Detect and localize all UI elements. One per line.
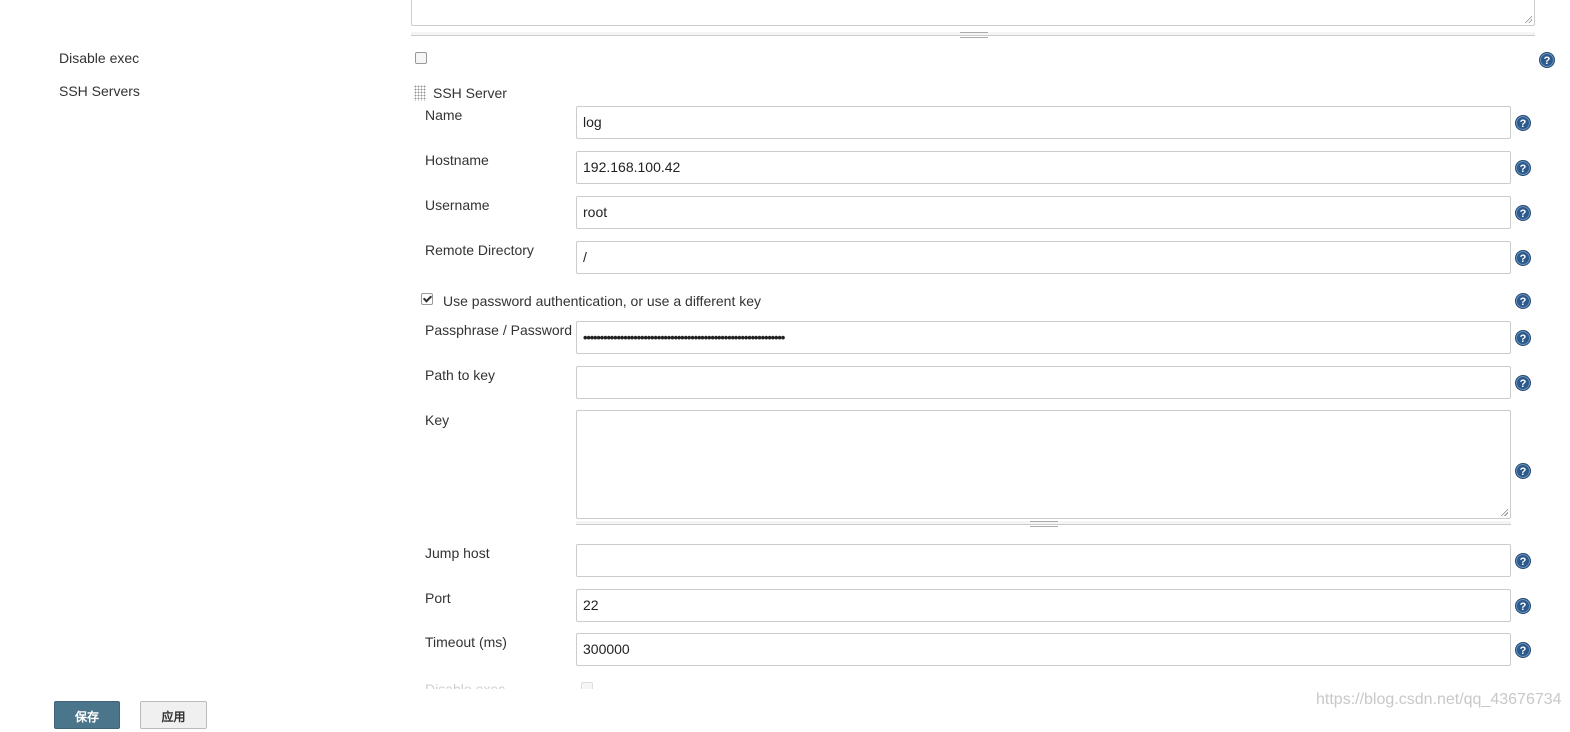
jump-host-input[interactable]: [576, 544, 1511, 577]
help-icon[interactable]: ?: [1515, 642, 1531, 658]
key-resize-bar[interactable]: [576, 521, 1511, 527]
help-icon[interactable]: ?: [1515, 598, 1531, 614]
grip-icon: [1030, 521, 1058, 527]
key-textarea[interactable]: [576, 410, 1511, 519]
name-label: Name: [425, 107, 463, 123]
path-to-key-input[interactable]: [576, 366, 1511, 399]
name-input[interactable]: log: [576, 106, 1511, 139]
use-password-label: Use password authentication, or use a di…: [443, 293, 762, 309]
help-icon[interactable]: ?: [1515, 553, 1531, 569]
hostname-input[interactable]: 192.168.100.42: [576, 151, 1511, 184]
timeout-label: Timeout (ms): [425, 634, 507, 650]
help-icon[interactable]: ?: [1539, 52, 1555, 68]
jump-host-label: Jump host: [425, 545, 490, 561]
disable-exec-label: Disable exec: [59, 50, 140, 66]
server-disable-exec-checkbox[interactable]: [581, 682, 593, 689]
watermark: https://blog.csdn.net/qq_43676734: [1316, 691, 1562, 708]
help-icon[interactable]: ?: [1515, 250, 1531, 266]
server-disable-exec-label: Disable exec: [425, 681, 506, 689]
resize-handle-icon[interactable]: [1500, 508, 1508, 516]
remote-directory-input[interactable]: /: [576, 241, 1511, 274]
apply-button[interactable]: 应用: [140, 701, 207, 729]
drag-handle-icon[interactable]: [414, 85, 426, 101]
help-icon[interactable]: ?: [1515, 463, 1531, 479]
help-icon[interactable]: ?: [1515, 205, 1531, 221]
resize-handle-icon[interactable]: [1524, 15, 1532, 23]
hostname-label: Hostname: [425, 152, 489, 168]
remote-directory-label: Remote Directory: [425, 242, 534, 258]
ssh-servers-label: SSH Servers: [59, 83, 140, 99]
passphrase-label: Passphrase / Password: [425, 322, 573, 338]
use-password-checkbox[interactable]: [421, 293, 433, 305]
help-icon[interactable]: ?: [1515, 160, 1531, 176]
timeout-input[interactable]: 300000: [576, 633, 1511, 666]
username-input[interactable]: root: [576, 196, 1511, 229]
port-input[interactable]: 22: [576, 589, 1511, 622]
disable-exec-checkbox[interactable]: [415, 52, 427, 64]
grip-icon: [960, 32, 988, 38]
passphrase-input[interactable]: ••••••••••••••••••••••••••••••••••••••••…: [576, 321, 1511, 354]
path-to-key-label: Path to key: [425, 367, 496, 383]
key-label: Key: [425, 412, 450, 428]
help-icon[interactable]: ?: [1515, 330, 1531, 346]
textarea-resize-bar[interactable]: [411, 32, 1535, 38]
port-label: Port: [425, 590, 451, 606]
ssh-server-header: SSH Server: [433, 85, 507, 101]
help-icon[interactable]: ?: [1515, 293, 1531, 309]
save-button[interactable]: 保存: [54, 701, 120, 729]
username-label: Username: [425, 197, 490, 213]
help-icon[interactable]: ?: [1515, 375, 1531, 391]
help-icon[interactable]: ?: [1515, 115, 1531, 131]
previous-textarea[interactable]: [411, 0, 1535, 26]
